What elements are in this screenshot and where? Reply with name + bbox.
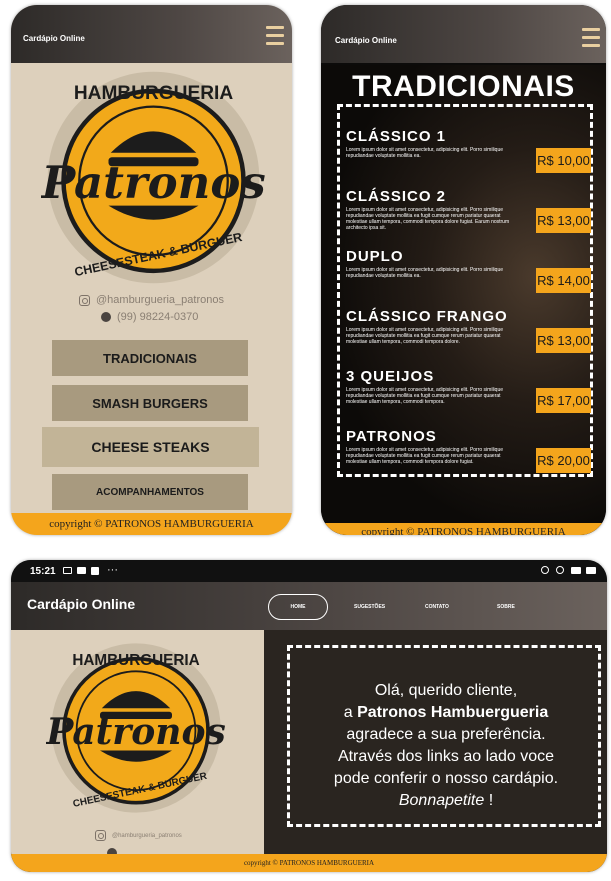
item-description: Lorem ipsum dolor sit amet consectetur, … — [346, 447, 504, 465]
status-bar: 15:21 ··· — [11, 560, 607, 582]
menu-item: PATRONOS Lorem ipsum dolor sit amet cons… — [346, 428, 591, 473]
copyright-footer: copyright © PATRONOS HAMBURGUERIA — [321, 523, 606, 535]
menu-button-acompanhamentos[interactable]: ACOMPANHAMENTOS — [52, 474, 248, 510]
welcome-text: a — [343, 704, 358, 721]
menu-button-cheese-steaks[interactable]: CHEESE STEAKS — [42, 427, 259, 467]
brand-logo: HAMBURGUERIA Patronos CHEESESTEAK & BURG… — [41, 65, 266, 290]
instagram-handle: @hamburgueria_patronos — [112, 832, 182, 839]
app-title: Cardápio Online — [27, 596, 136, 612]
item-name: CLÁSSICO 1 — [346, 128, 447, 145]
logo-top-text: HAMBURGUERIA — [74, 83, 233, 104]
welcome-line: agradece a sua preferência. — [346, 726, 546, 743]
welcome-line: Olá, querido cliente, — [374, 682, 518, 699]
instagram-icon — [79, 294, 90, 306]
welcome-line: a Patronos Hambuergueria — [301, 702, 591, 724]
whatsapp-icon — [101, 312, 111, 322]
welcome-message: Olá, querido cliente, a Patronos Hambuer… — [301, 680, 591, 812]
item-description: Lorem ipsum dolor sit amet consectetur, … — [346, 387, 504, 405]
logo-panel: HAMBURGUERIA Patronos CHEESESTEAK & BURG… — [11, 630, 264, 858]
app-title: Cardápio Online — [335, 36, 397, 45]
app-header: Cardápio Online HOME SUGESTÕES CONTATO S… — [11, 582, 607, 630]
status-time: 15:21 — [30, 566, 56, 577]
instagram-link[interactable]: @hamburgueria_patronos — [95, 830, 182, 841]
menu-item: DUPLO Lorem ipsum dolor sit amet consect… — [346, 248, 591, 293]
dnd-moon-icon — [541, 566, 549, 574]
logo-main-text: Patronos — [46, 711, 226, 753]
mobile-menu-screen: Cardápio Online TRADICIONAIS CLÁSSICO 1 … — [321, 5, 606, 535]
nav-sugestoes[interactable]: SUGESTÕES — [354, 604, 385, 610]
landscape-home-screen: 15:21 ··· Cardápio Online HOME SUGESTÕES… — [11, 560, 607, 872]
item-description: Lorem ipsum dolor sit amet consectetur, … — [346, 267, 504, 279]
logo-main-text: Patronos — [41, 156, 266, 209]
item-name: CLÁSSICO FRANGO — [346, 308, 508, 325]
item-price: R$ 17,00 — [536, 388, 591, 413]
item-price: R$ 13,00 — [536, 328, 591, 353]
hamburger-menu-icon[interactable] — [582, 28, 600, 49]
copyright-footer: copyright © PATRONOS HAMBURGUERIA — [11, 513, 292, 535]
item-name: PATRONOS — [346, 428, 437, 445]
item-price: R$ 13,00 — [536, 208, 591, 233]
welcome-line: Através dos links ao lado voce — [337, 748, 555, 765]
app-title: Cardápio Online — [23, 34, 85, 43]
menu-item: CLÁSSICO 2 Lorem ipsum dolor sit amet co… — [346, 188, 591, 233]
menu-button-smash-burgers[interactable]: SMASH BURGERS — [52, 385, 248, 421]
item-description: Lorem ipsum dolor sit amet consectetur, … — [346, 207, 510, 231]
item-description: Lorem ipsum dolor sit amet consectetur, … — [346, 327, 504, 345]
whatsapp-link[interactable]: (99) 98224-0370 — [101, 311, 198, 323]
logo-top-text: HAMBURGUERIA — [72, 652, 199, 669]
bonnapetite-text: Bonnapetite — [398, 792, 485, 809]
menu-item: CLÁSSICO 1 Lorem ipsum dolor sit amet co… — [346, 128, 591, 173]
app-header: Cardápio Online — [11, 5, 292, 63]
wifi-icon — [586, 567, 596, 574]
instagram-link[interactable]: @hamburgueria_patronos — [79, 294, 224, 306]
nav-sobre[interactable]: SOBRE — [497, 604, 515, 610]
welcome-text: ! — [484, 792, 494, 809]
menu-item: 3 QUEIJOS Lorem ipsum dolor sit amet con… — [346, 368, 591, 413]
copyright-footer: copyright © PATRONOS HAMBURGUERIA — [11, 854, 607, 872]
item-name: DUPLO — [346, 248, 404, 265]
alarm-icon — [556, 566, 564, 574]
item-name: 3 QUEIJOS — [346, 368, 435, 385]
menu-item: CLÁSSICO FRANGO Lorem ipsum dolor sit am… — [346, 308, 591, 353]
menu-button-tradicionais[interactable]: TRADICIONAIS — [52, 340, 248, 376]
brand-logo: HAMBURGUERIA Patronos CHEESESTEAK & BURG… — [46, 638, 226, 818]
section-title: TRADICIONAIS — [352, 70, 575, 103]
mobile-home-screen: Cardápio Online HAMBURGUERIA Patronos CH… — [11, 5, 292, 535]
brand-name: Patronos Hambuergueria — [357, 704, 549, 721]
app-header: Cardápio Online — [321, 5, 606, 63]
youtube-icon — [77, 567, 86, 574]
nav-contato[interactable]: CONTATO — [425, 604, 449, 610]
more-notifications-icon: ··· — [107, 564, 118, 576]
item-price: R$ 20,00 — [536, 448, 591, 473]
nav-home[interactable]: HOME — [268, 594, 328, 620]
welcome-line: Bonnapetite ! — [301, 790, 591, 812]
instagram-icon — [95, 830, 106, 841]
welcome-line: pode conferir o nosso cardápio. — [333, 770, 559, 787]
instagram-handle: @hamburgueria_patronos — [96, 294, 224, 306]
item-price: R$ 10,00 — [536, 148, 591, 173]
linkedin-icon — [91, 567, 99, 575]
hamburger-menu-icon[interactable] — [266, 26, 284, 47]
item-name: CLÁSSICO 2 — [346, 188, 447, 205]
item-description: Lorem ipsum dolor sit amet consectetur, … — [346, 147, 504, 159]
signal-icon — [571, 567, 581, 574]
item-price: R$ 14,00 — [536, 268, 591, 293]
laptop-icon — [63, 567, 72, 574]
phone-number: (99) 98224-0370 — [117, 311, 199, 323]
